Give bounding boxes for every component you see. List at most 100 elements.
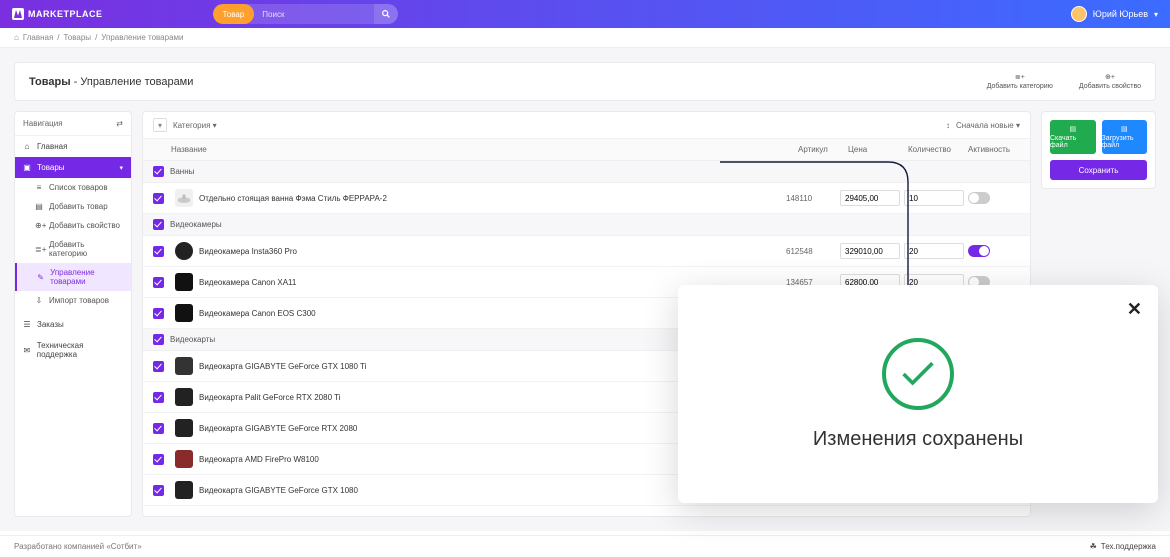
breadcrumb: ⌂ Главная / Товары / Управление товарами: [0, 28, 1170, 48]
add-property-button[interactable]: ⊕+ Добавить свойство: [1079, 73, 1141, 90]
category-filter[interactable]: Категория ▾: [173, 121, 217, 130]
qty-input[interactable]: [904, 190, 964, 206]
sidebar-sub-import[interactable]: ⇩Импорт товаров: [15, 291, 131, 310]
sidebar-sub-list[interactable]: ≡Список товаров: [15, 178, 131, 197]
import-icon: ⇩: [35, 296, 43, 305]
qty-input[interactable]: [904, 243, 964, 259]
breadcrumb-2: Управление товарами: [101, 33, 183, 42]
page-header: Товары - Управление товарами ≣+ Добавить…: [14, 62, 1156, 101]
sidebar-item-goods[interactable]: ▣Товары▾: [15, 157, 131, 178]
close-icon[interactable]: ✕: [1127, 299, 1142, 320]
checkbox[interactable]: [153, 166, 164, 177]
plus-icon: ⊕+: [35, 221, 43, 230]
search-icon: [381, 9, 391, 19]
active-toggle[interactable]: [968, 245, 990, 257]
sidebar-sub-add-product[interactable]: ▤Добавить товар: [15, 197, 131, 216]
checkbox[interactable]: [153, 334, 164, 345]
user-name: Юрий Юрьев: [1093, 9, 1148, 19]
product-thumb: [175, 450, 193, 468]
clipboard-icon: ☰: [23, 320, 31, 329]
sidebar: Навигация ⇄ ⌂Главная ▣Товары▾ ≡Список то…: [14, 111, 132, 517]
box-icon: ▣: [23, 163, 31, 172]
checkbox[interactable]: [153, 392, 164, 403]
footer: Разработано компанией «Сотбит» ☘ Тех.под…: [0, 535, 1170, 557]
price-input[interactable]: [840, 243, 900, 259]
col-active: Активность: [968, 145, 1020, 154]
checkbox[interactable]: [153, 277, 164, 288]
logo[interactable]: MARKETPLACE: [12, 8, 103, 20]
upload-file-button[interactable]: ▤ Загрузить файл: [1102, 120, 1148, 154]
filter-button[interactable]: ▾: [153, 118, 167, 132]
app-header: MARKETPLACE Товар Юрий Юрьев ▾: [0, 0, 1170, 28]
checkbox[interactable]: [153, 193, 164, 204]
collapse-icon[interactable]: ⇄: [116, 119, 123, 128]
checkbox[interactable]: [153, 423, 164, 434]
checkbox[interactable]: [153, 485, 164, 496]
plus-icon: ≣+: [35, 245, 43, 254]
modal-message: Изменения сохранены: [813, 428, 1023, 451]
checkbox[interactable]: [153, 219, 164, 230]
chevron-down-icon: ▾: [119, 164, 123, 172]
product-thumb: [175, 357, 193, 375]
sort-icon[interactable]: ↕: [946, 121, 950, 130]
sidebar-sub-add-cat[interactable]: ≣+Добавить категорию: [15, 235, 131, 263]
brand-text: MARKETPLACE: [28, 9, 103, 19]
breadcrumb-home[interactable]: Главная: [23, 33, 53, 42]
download-file-button[interactable]: ▤ Скачать файл: [1050, 120, 1096, 154]
product-thumb: [175, 273, 193, 291]
sidebar-item-home[interactable]: ⌂Главная: [15, 136, 131, 157]
search-button[interactable]: [374, 4, 398, 24]
product-sku: 612548: [786, 247, 836, 256]
file-upload-icon: ▤: [1121, 125, 1128, 133]
footer-support-link[interactable]: ☘ Тех.поддержка: [1090, 542, 1156, 551]
home-icon: ⌂: [23, 142, 31, 151]
product-name[interactable]: Видеокамера Insta360 Pro: [199, 247, 782, 256]
sidebar-item-support[interactable]: ✉Техническая поддержка: [15, 335, 131, 365]
file-download-icon: ▤: [1069, 125, 1076, 133]
product-thumb: [175, 304, 193, 322]
col-qty: Количество: [908, 145, 968, 154]
category-row[interactable]: Ванны: [143, 161, 1030, 183]
col-name: Название: [171, 145, 798, 154]
avatar: [1071, 6, 1087, 22]
active-toggle[interactable]: [968, 192, 990, 204]
checkbox[interactable]: [153, 308, 164, 319]
checkbox[interactable]: [153, 246, 164, 257]
gear-icon: ✎: [37, 273, 44, 282]
sort-select[interactable]: Сначала новые ▾: [956, 121, 1020, 130]
search-bar: Товар: [213, 4, 399, 24]
sidebar-sub-manage[interactable]: ✎Управление товарами: [15, 263, 131, 291]
product-thumb: [175, 388, 193, 406]
col-price: Цена: [848, 145, 908, 154]
list-icon: ≡: [35, 183, 43, 192]
search-input[interactable]: [254, 4, 374, 24]
home-icon: ⌂: [14, 33, 19, 42]
user-menu[interactable]: Юрий Юрьев ▾: [1071, 6, 1158, 22]
search-scope-tag[interactable]: Товар: [213, 4, 255, 24]
sidebar-nav-label: Навигация: [23, 119, 63, 128]
table-row: Видеокамера Insta360 Pro 612548: [143, 236, 1030, 267]
success-check-icon: [882, 338, 954, 410]
sidebar-sub-add-prop[interactable]: ⊕+Добавить свойство: [15, 216, 131, 235]
success-modal: ✕ Изменения сохранены: [678, 285, 1158, 503]
logo-icon: [12, 8, 24, 20]
price-input[interactable]: [840, 190, 900, 206]
actions-panel: ▤ Скачать файл ▤ Загрузить файл Сохранит…: [1041, 111, 1156, 189]
checkbox[interactable]: [153, 454, 164, 465]
table-row: Отдельно стоящая ванна Фэма Стиль ФЕРРАР…: [143, 183, 1030, 214]
product-thumb: [175, 481, 193, 499]
col-sku: Артикул: [798, 145, 848, 154]
plus-icon: ▤: [35, 202, 43, 211]
add-category-button[interactable]: ≣+ Добавить категорию: [987, 73, 1053, 90]
product-name[interactable]: Отдельно стоящая ванна Фэма Стиль ФЕРРАР…: [199, 194, 782, 203]
checkbox[interactable]: [153, 361, 164, 372]
product-thumb: [175, 189, 193, 207]
table-header: Название Артикул Цена Количество Активно…: [143, 139, 1030, 161]
footer-credit: Разработано компанией «Сотбит»: [14, 542, 142, 551]
download-icon: ≣+: [1015, 73, 1025, 81]
category-row[interactable]: Видеокамеры: [143, 214, 1030, 236]
page-title: Товары - Управление товарами: [29, 76, 193, 88]
breadcrumb-1[interactable]: Товары: [64, 33, 92, 42]
sidebar-item-orders[interactable]: ☰Заказы: [15, 314, 131, 335]
save-button[interactable]: Сохранить: [1050, 160, 1147, 180]
